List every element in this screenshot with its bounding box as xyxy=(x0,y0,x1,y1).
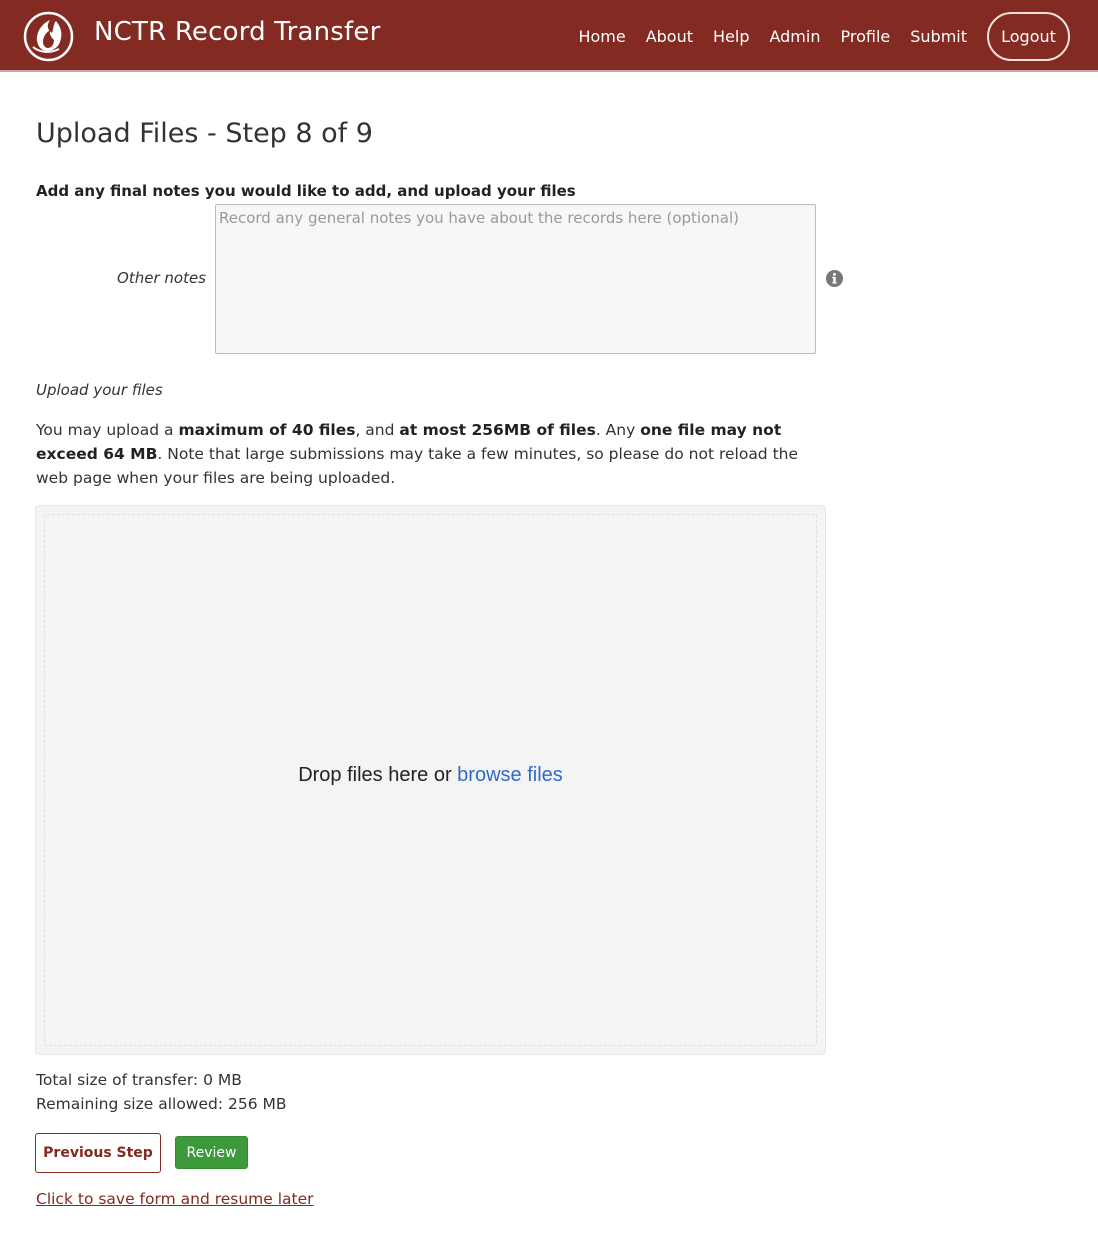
browse-files-link[interactable]: browse files xyxy=(457,764,563,786)
max-files-text: maximum of 40 files xyxy=(178,421,356,439)
other-notes-label: Other notes xyxy=(117,269,206,287)
nav-submit[interactable]: Submit xyxy=(910,27,967,46)
upload-limits-text: You may upload a maximum of 40 files, an… xyxy=(36,421,799,487)
top-navbar: NCTR Record Transfer Home About Help Adm… xyxy=(0,0,1098,72)
page-title: Upload Files - Step 8 of 9 xyxy=(36,118,373,149)
nav-admin[interactable]: Admin xyxy=(769,27,820,46)
total-size-text: Total size of transfer: 0 MB xyxy=(36,1071,242,1089)
remaining-size-text: Remaining size allowed: 256 MB xyxy=(36,1095,287,1113)
nav-help[interactable]: Help xyxy=(713,27,749,46)
previous-step-button[interactable]: Previous Step xyxy=(35,1133,161,1173)
logout-button[interactable]: Logout xyxy=(987,11,1070,61)
save-resume-link[interactable]: Click to save form and resume later xyxy=(36,1190,314,1208)
review-button[interactable]: Review xyxy=(175,1136,248,1169)
nav-about[interactable]: About xyxy=(646,27,693,46)
section-heading: Add any final notes you would like to ad… xyxy=(36,182,576,200)
max-size-text: at most 256MB of files xyxy=(399,421,596,439)
dropzone-text: Drop files here or browse files xyxy=(298,764,563,786)
file-dropzone[interactable]: Drop files here or browse files xyxy=(35,505,826,1055)
brand-title[interactable]: NCTR Record Transfer xyxy=(94,17,380,47)
main-nav: Home About Help Admin Profile Submit Log… xyxy=(578,0,1098,72)
nav-profile[interactable]: Profile xyxy=(840,27,890,46)
flame-logo-icon[interactable] xyxy=(23,11,74,62)
other-notes-textarea[interactable] xyxy=(215,204,816,354)
info-icon[interactable] xyxy=(825,269,844,288)
upload-files-label: Upload your files xyxy=(36,381,163,399)
nav-home[interactable]: Home xyxy=(578,27,625,46)
